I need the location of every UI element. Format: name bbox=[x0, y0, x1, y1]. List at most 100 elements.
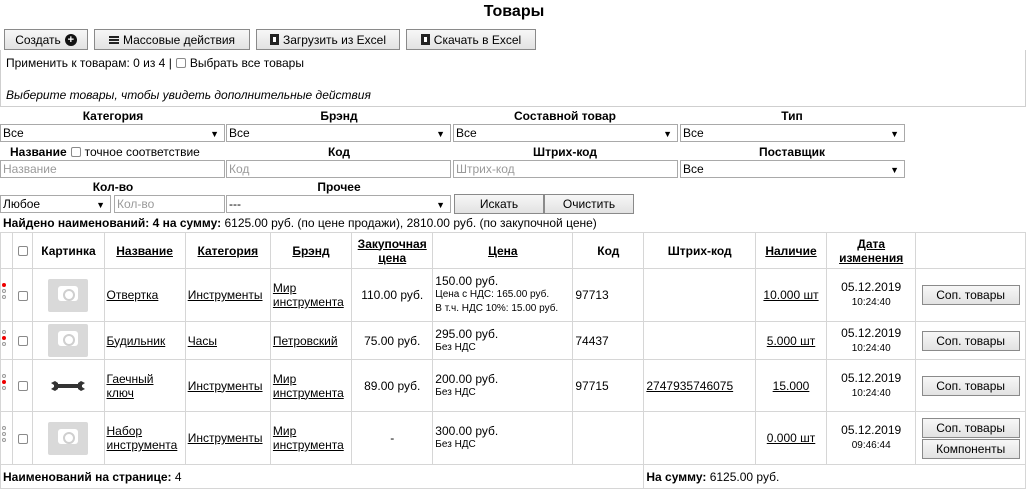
date-value: 05.12.2019 bbox=[841, 280, 902, 294]
header-date-link[interactable]: Дата изменения bbox=[839, 237, 903, 265]
header-brand-link[interactable]: Брэнд bbox=[292, 244, 329, 258]
product-barcode bbox=[643, 321, 756, 360]
barcode-input[interactable]: Штрих-код bbox=[453, 160, 678, 178]
select-all-label[interactable]: Выбрать все товары bbox=[190, 56, 304, 70]
row-actions: Соп. товары bbox=[915, 359, 1026, 412]
row-checkbox[interactable] bbox=[17, 336, 28, 347]
barcode-link[interactable]: 2747935746075 bbox=[646, 379, 733, 393]
camera-placeholder-icon bbox=[48, 278, 89, 312]
purchase-price: 110.00 руб. bbox=[351, 268, 434, 322]
related-products-button[interactable]: Соп. товары bbox=[921, 417, 1020, 438]
header-brand[interactable]: Брэнд bbox=[269, 232, 353, 269]
category-filter-label: Категория bbox=[82, 109, 144, 123]
table-row: Набор инструмента Инструменты Мир инстру… bbox=[0, 411, 1026, 465]
qty-input[interactable]: Кол-во bbox=[114, 195, 225, 213]
price-note: Без НДС bbox=[435, 341, 476, 353]
footer-sum-value: 6125.00 руб. bbox=[709, 469, 780, 484]
product-category-link[interactable]: Часы bbox=[188, 334, 217, 348]
product-category-link[interactable]: Инструменты bbox=[188, 431, 263, 445]
type-filter-label: Тип bbox=[781, 109, 803, 123]
create-label: Создать bbox=[15, 32, 61, 47]
supplier-select[interactable]: Все ▼ bbox=[680, 160, 905, 178]
download-excel-label: Скачать в Excel bbox=[433, 32, 522, 47]
category-select-value: Все bbox=[3, 126, 24, 140]
brand-select[interactable]: Все ▼ bbox=[226, 124, 451, 142]
header-purchase[interactable]: Закупочная цена bbox=[351, 232, 434, 269]
header-category-link[interactable]: Категория bbox=[198, 244, 259, 258]
row-checkbox[interactable] bbox=[17, 433, 28, 444]
product-brand-link[interactable]: Мир инструмента bbox=[273, 372, 344, 400]
header-name-link[interactable]: Название bbox=[116, 244, 173, 258]
price-value: 200.00 руб. bbox=[435, 371, 499, 386]
header-price-link[interactable]: Цена bbox=[488, 244, 518, 258]
header-stock[interactable]: Наличие bbox=[754, 232, 828, 269]
create-button[interactable]: Создать + bbox=[4, 29, 88, 50]
status-indicator bbox=[0, 359, 14, 412]
product-name-link[interactable]: Будильник bbox=[107, 334, 166, 348]
table-header-row: Картинка Название Категория Брэнд Закупо… bbox=[0, 232, 1026, 269]
stock-link[interactable]: 15.000 bbox=[773, 379, 810, 393]
related-products-button[interactable]: Соп. товары bbox=[921, 285, 1020, 305]
search-button[interactable]: Искать bbox=[454, 194, 544, 214]
composite-select[interactable]: Все ▼ bbox=[453, 124, 678, 142]
header-date[interactable]: Дата изменения bbox=[826, 232, 917, 269]
table-row: Отвертка Инструменты Мир инструмента 110… bbox=[0, 268, 1026, 322]
related-products-button[interactable]: Соп. товары bbox=[921, 330, 1020, 351]
status-dot-icon bbox=[2, 295, 6, 299]
exact-match-label[interactable]: точное соответствие bbox=[85, 145, 200, 159]
product-name-link[interactable]: Гаечный ключ bbox=[107, 372, 154, 400]
product-picture bbox=[32, 321, 105, 360]
footer-count-label: Наименований на странице: bbox=[3, 469, 172, 484]
brand-select-value: Все bbox=[229, 126, 250, 140]
product-category-link[interactable]: Инструменты bbox=[188, 288, 263, 302]
product-brand: Петровский bbox=[269, 321, 353, 360]
stock-link[interactable]: 10.000 шт bbox=[763, 288, 818, 302]
header-purchase-link[interactable]: Закупочная цена bbox=[358, 237, 427, 265]
bulk-actions-button[interactable]: Массовые действия bbox=[94, 29, 250, 50]
components-button[interactable]: Компоненты bbox=[921, 438, 1020, 459]
price-note: Без НДС bbox=[435, 439, 476, 450]
product-stock: 15.000 bbox=[754, 359, 828, 412]
code-input[interactable]: Код bbox=[226, 160, 451, 178]
product-brand-link[interactable]: Петровский bbox=[273, 334, 338, 348]
product-name-link[interactable]: Отвертка bbox=[107, 288, 159, 302]
dropdown-arrow-icon: ▼ bbox=[663, 129, 672, 139]
dropdown-arrow-icon: ▼ bbox=[436, 200, 445, 210]
stock-link[interactable]: 5.000 шт bbox=[767, 334, 816, 348]
header-price[interactable]: Цена bbox=[432, 232, 574, 269]
other-select[interactable]: --- ▼ bbox=[226, 195, 451, 213]
product-category-link[interactable]: Инструменты bbox=[188, 379, 263, 393]
clear-button[interactable]: Очистить bbox=[544, 194, 634, 214]
download-excel-button[interactable]: Скачать в Excel bbox=[406, 29, 536, 50]
header-stock-link[interactable]: Наличие bbox=[765, 244, 816, 258]
supplier-filter-label: Поставщик bbox=[759, 145, 825, 159]
qty-mode-select[interactable]: Любое ▼ bbox=[0, 195, 111, 213]
supplier-select-value: Все bbox=[683, 162, 704, 176]
status-dot-icon bbox=[2, 330, 6, 334]
row-checkbox[interactable] bbox=[17, 381, 28, 392]
header-status bbox=[0, 232, 14, 269]
stock-link[interactable]: 0.000 шт bbox=[767, 431, 816, 445]
table-row: Будильник Часы Петровский 75.00 руб. 295… bbox=[0, 321, 1026, 360]
category-select[interactable]: Все ▼ bbox=[0, 124, 225, 142]
header-name[interactable]: Название bbox=[103, 232, 186, 269]
sale-price: 295.00 руб. Без НДС bbox=[432, 321, 574, 360]
product-brand: Мир инструмента bbox=[269, 268, 353, 322]
dropdown-arrow-icon: ▼ bbox=[890, 129, 899, 139]
select-all-rows-checkbox[interactable] bbox=[17, 246, 28, 257]
name-input[interactable]: Название bbox=[0, 160, 225, 178]
exact-match-checkbox[interactable] bbox=[70, 147, 81, 157]
price-note: Цена с НДС: 165.00 руб. bbox=[435, 289, 550, 300]
row-checkbox[interactable] bbox=[17, 290, 28, 301]
select-all-checkbox[interactable] bbox=[175, 58, 186, 68]
header-category[interactable]: Категория bbox=[184, 232, 271, 269]
product-category: Инструменты bbox=[184, 359, 271, 412]
product-brand-link[interactable]: Мир инструмента bbox=[273, 424, 344, 452]
upload-excel-button[interactable]: Загрузить из Excel bbox=[256, 29, 400, 50]
price-note: Без НДС bbox=[435, 386, 476, 398]
row-select bbox=[12, 411, 34, 465]
related-products-button[interactable]: Соп. товары bbox=[921, 375, 1020, 396]
type-select[interactable]: Все ▼ bbox=[680, 124, 905, 142]
product-brand-link[interactable]: Мир инструмента bbox=[273, 281, 344, 309]
product-name-link[interactable]: Набор инструмента bbox=[107, 424, 178, 452]
